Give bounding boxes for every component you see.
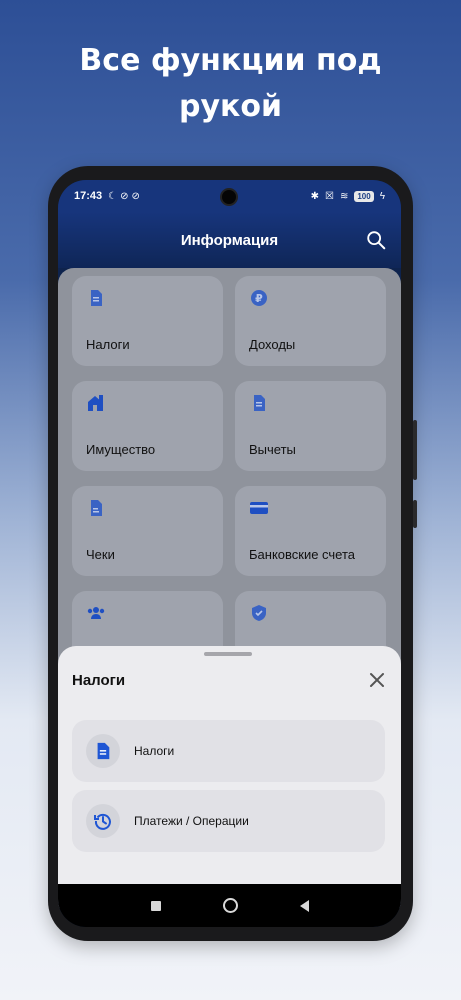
tile-property[interactable]: Имущество (72, 381, 223, 471)
app-bar: Информация (58, 212, 401, 268)
document-icon (254, 395, 265, 411)
tile-taxes[interactable]: Налоги (72, 276, 223, 366)
tile-label: Чеки (86, 547, 115, 562)
power-button (413, 500, 417, 528)
history-icon (94, 813, 111, 830)
tile-label: Банковские счета (249, 547, 356, 562)
item-icon-wrap (86, 804, 120, 838)
tile-deductions[interactable]: Вычеты (235, 381, 386, 471)
sheet-drag-handle[interactable] (204, 652, 252, 656)
sync-icon: ⊘ (131, 190, 143, 202)
tile-label: Вычеты (249, 442, 296, 457)
status-left-icons: ☾⊘⊘ (108, 191, 143, 202)
sheet-item-label: Платежи / Операции (134, 814, 249, 828)
svg-text:₽: ₽ (255, 292, 263, 305)
item-icon-wrap (86, 734, 120, 768)
bluetooth-icon: ✱ (310, 190, 319, 202)
volume-button (413, 420, 417, 480)
sheet-item-payments[interactable]: Платежи / Операции (72, 790, 385, 852)
ruble-icon: ₽ (251, 290, 267, 306)
tile-bank-accounts[interactable]: Банковские счета (235, 486, 386, 576)
battery-indicator: 100 (354, 190, 374, 202)
shield-icon (252, 605, 266, 621)
front-camera (220, 188, 238, 206)
tile-label: Имущество (86, 442, 156, 457)
sheet-item-taxes[interactable]: Налоги (72, 720, 385, 782)
document-icon (91, 290, 102, 306)
tile-label: Налоги (86, 337, 130, 352)
document-icon (97, 742, 110, 760)
people-icon (87, 607, 105, 619)
system-nav-bar (58, 884, 401, 927)
search-icon[interactable] (365, 229, 387, 251)
sync-icon: ⊘ (120, 190, 132, 202)
status-right-icons: ✱ ☒ ≋ 100 ϟ (310, 190, 385, 202)
status-time: 17:43 (74, 190, 103, 202)
receipt-icon (91, 500, 102, 516)
charging-icon: ϟ (379, 190, 385, 202)
back-button[interactable] (299, 899, 309, 912)
moon-icon: ☾ (108, 190, 121, 202)
bottom-sheet: Налоги Налоги Платежи / Операции (58, 646, 401, 884)
wifi-icon: ≋ (339, 190, 349, 202)
phone-screen: 17:43 ☾⊘⊘ ✱ ☒ ≋ 100 ϟ Информация Налоги (58, 180, 401, 927)
tile-label: Доходы (249, 337, 296, 352)
sheet-title: Налоги (72, 672, 126, 689)
promo-headline: Все функции под рукой (79, 43, 382, 124)
house-icon (88, 395, 103, 411)
close-icon[interactable] (367, 670, 387, 690)
sim-icon: ☒ (324, 190, 334, 202)
home-button[interactable] (222, 898, 238, 913)
recents-button[interactable] (150, 900, 161, 911)
card-icon (250, 502, 268, 514)
tile-income[interactable]: ₽ Доходы (235, 276, 386, 366)
sheet-item-label: Налоги (134, 744, 175, 758)
tile-receipts[interactable]: Чеки (72, 486, 223, 576)
page-title: Информация (180, 231, 279, 249)
